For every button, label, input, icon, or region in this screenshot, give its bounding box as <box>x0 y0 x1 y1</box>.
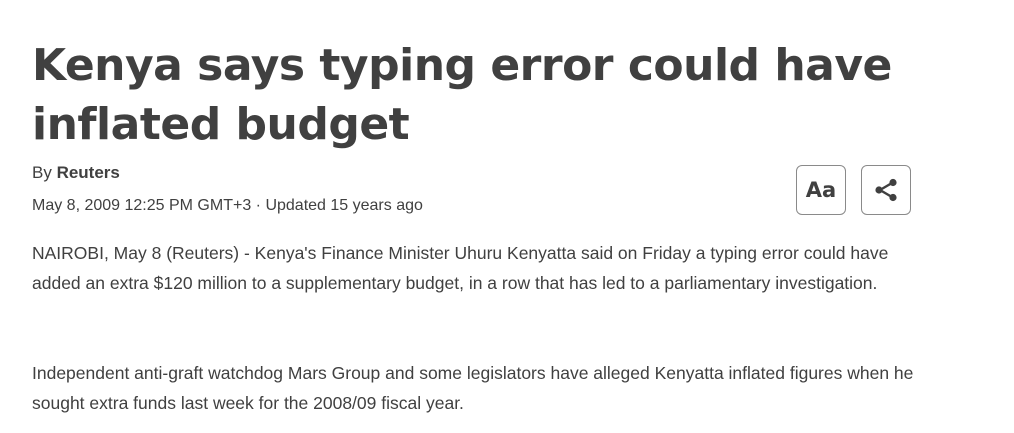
text-size-label: Aa <box>805 178 837 202</box>
article-headline: Kenya says typing error could have infla… <box>32 40 892 150</box>
article-paragraph: Independent anti-graft watchdog Mars Gro… <box>32 363 914 413</box>
byline: By Reuters <box>32 162 120 184</box>
share-button[interactable] <box>861 165 911 215</box>
text-size-button[interactable]: Aa <box>796 165 846 215</box>
byline-prefix: By <box>32 163 57 182</box>
share-icon <box>875 178 897 202</box>
article-dateline: May 8, 2009 12:25 PM GMT+3 · Updated 15 … <box>32 197 423 214</box>
article-toolbar: Aa <box>796 165 911 215</box>
article-paragraph: NAIROBI, May 8 (Reuters) - Kenya's Finan… <box>32 243 889 293</box>
author-link[interactable]: Reuters <box>57 163 120 182</box>
